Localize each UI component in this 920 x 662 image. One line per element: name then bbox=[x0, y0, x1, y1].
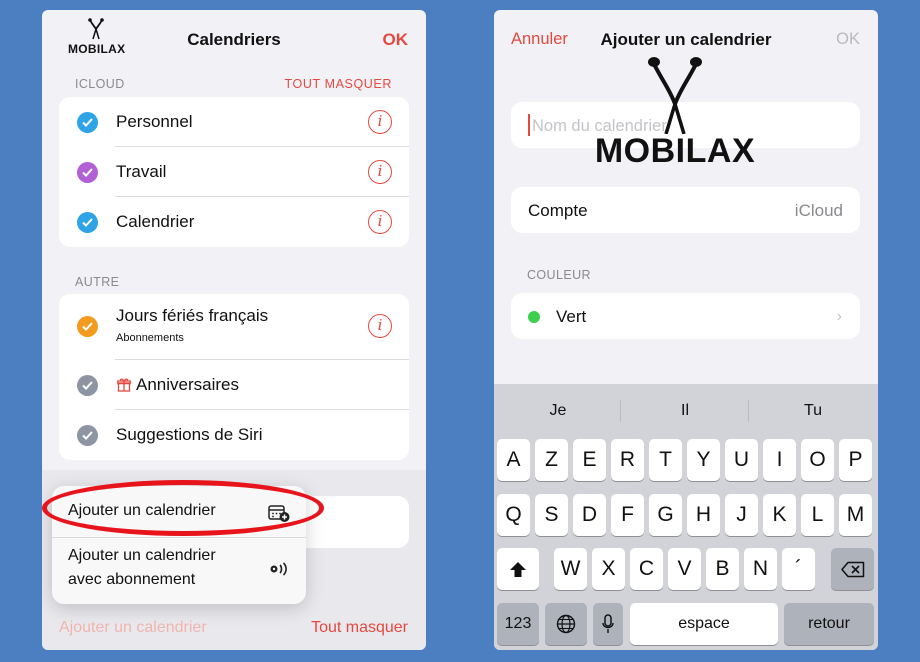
add-calendar-link[interactable]: Ajouter un calendrier bbox=[59, 619, 207, 637]
dictation-key[interactable] bbox=[593, 603, 623, 645]
calendar-label: Travail bbox=[116, 162, 167, 181]
calendar-row-personnel[interactable]: Personnel i bbox=[59, 97, 409, 147]
highlight-circle bbox=[42, 480, 324, 536]
info-icon[interactable]: i bbox=[368, 314, 392, 338]
suggestion-il[interactable]: Il bbox=[625, 402, 745, 420]
calendar-sublabel: Abonnements bbox=[116, 332, 184, 344]
color-dot-icon bbox=[528, 311, 540, 323]
broadcast-icon bbox=[270, 562, 287, 576]
section-label-icloud: ICLOUD bbox=[75, 77, 125, 91]
key-n[interactable]: N bbox=[744, 548, 777, 590]
info-icon[interactable]: i bbox=[368, 160, 392, 184]
calendar-label: Personnel bbox=[116, 112, 193, 131]
key-c[interactable]: C bbox=[630, 548, 663, 590]
account-value: iCloud bbox=[794, 201, 843, 220]
section-label-autre: AUTRE bbox=[75, 275, 120, 289]
shift-key[interactable] bbox=[497, 548, 539, 590]
backspace-key[interactable] bbox=[831, 548, 874, 590]
page-title: Ajouter un calendrier bbox=[600, 30, 772, 49]
divider bbox=[620, 400, 621, 422]
key-o[interactable]: O bbox=[801, 439, 834, 481]
key-k[interactable]: K bbox=[763, 494, 796, 536]
space-key[interactable]: espace bbox=[630, 603, 778, 645]
globe-icon bbox=[556, 614, 576, 634]
checkmark-icon[interactable] bbox=[77, 212, 98, 233]
key-j[interactable]: J bbox=[725, 494, 758, 536]
backspace-icon bbox=[840, 561, 864, 578]
key-s[interactable]: S bbox=[535, 494, 568, 536]
key-t[interactable]: T bbox=[649, 439, 682, 481]
checkmark-icon[interactable] bbox=[77, 162, 98, 183]
header: MOBILAX Calendriers OK bbox=[42, 10, 426, 70]
key-l[interactable]: L bbox=[801, 494, 834, 536]
checkmark-icon[interactable] bbox=[77, 425, 98, 446]
key-p[interactable]: P bbox=[839, 439, 872, 481]
info-icon[interactable]: i bbox=[368, 210, 392, 234]
calendars-screen: MOBILAX Calendriers OK ICLOUD TOUT MASQU… bbox=[42, 10, 426, 650]
key-a[interactable]: A bbox=[497, 439, 530, 481]
numbers-key[interactable]: 123 bbox=[497, 603, 539, 645]
add-calendar-screen: Annuler Ajouter un calendrier OK Nom du … bbox=[494, 10, 878, 650]
suggestion-je[interactable]: Je bbox=[498, 402, 618, 420]
key-z[interactable]: Z bbox=[535, 439, 568, 481]
other-list: Jours fériés français Abonnements i Anni… bbox=[59, 294, 409, 460]
key-m[interactable]: M bbox=[839, 494, 872, 536]
return-key[interactable]: retour bbox=[784, 603, 874, 645]
gift-icon bbox=[117, 378, 131, 392]
calendar-row-anniversaires[interactable]: Anniversaires bbox=[59, 360, 409, 410]
ok-button[interactable]: OK bbox=[383, 30, 409, 50]
calendar-label: Suggestions de Siri bbox=[116, 425, 263, 444]
key-e[interactable]: E bbox=[573, 439, 606, 481]
calendar-row-siri[interactable]: Suggestions de Siri bbox=[59, 410, 409, 460]
key-w[interactable]: W bbox=[554, 548, 587, 590]
mobilax-watermark-logo: MOBILAX bbox=[590, 54, 760, 182]
key-u[interactable]: U bbox=[725, 439, 758, 481]
chevron-right-icon: › bbox=[836, 308, 842, 325]
hide-all-button[interactable]: TOUT MASQUER bbox=[285, 77, 392, 91]
menu-item-add-subscription-line2[interactable]: avec abonnement bbox=[68, 568, 195, 592]
calendar-label: Jours fériés français bbox=[116, 306, 269, 325]
key-d[interactable]: D bbox=[573, 494, 606, 536]
logo-text: MOBILAX bbox=[594, 132, 756, 170]
hide-all-link[interactable]: Tout masquer bbox=[311, 619, 408, 637]
calendar-row-jours-feries[interactable]: Jours fériés français Abonnements i bbox=[59, 294, 409, 360]
page-title: Calendriers bbox=[187, 30, 281, 49]
globe-key[interactable] bbox=[545, 603, 587, 645]
checkmark-icon[interactable] bbox=[77, 112, 98, 133]
calendar-row-travail[interactable]: Travail i bbox=[59, 147, 409, 197]
icloud-list: Personnel i Travail i Calendrier i bbox=[59, 97, 409, 247]
key-b[interactable]: B bbox=[706, 548, 739, 590]
color-name: Vert bbox=[556, 307, 587, 326]
account-row[interactable]: Compte iCloud bbox=[511, 187, 860, 233]
divider bbox=[748, 400, 749, 422]
key-r[interactable]: R bbox=[611, 439, 644, 481]
calendar-row-calendrier[interactable]: Calendrier i bbox=[59, 197, 409, 247]
color-row[interactable]: Vert › bbox=[511, 293, 860, 339]
microphone-icon bbox=[602, 614, 614, 633]
key-accent[interactable]: ´ bbox=[782, 548, 815, 590]
account-label: Compte bbox=[528, 201, 588, 220]
key-y[interactable]: Y bbox=[687, 439, 720, 481]
divider bbox=[52, 537, 306, 538]
key-i[interactable]: I bbox=[763, 439, 796, 481]
shift-arrow-icon bbox=[510, 562, 526, 577]
key-h[interactable]: H bbox=[687, 494, 720, 536]
key-x[interactable]: X bbox=[592, 548, 625, 590]
section-label-color: COULEUR bbox=[527, 268, 591, 282]
calendar-label: Calendrier bbox=[116, 212, 195, 231]
key-g[interactable]: G bbox=[649, 494, 682, 536]
text-cursor bbox=[528, 114, 530, 136]
keyboard: Je Il Tu A Z E R T Y U I O P Q S D F G H… bbox=[494, 384, 878, 650]
suggestion-tu[interactable]: Tu bbox=[753, 402, 873, 420]
info-icon[interactable]: i bbox=[368, 110, 392, 134]
key-q[interactable]: Q bbox=[497, 494, 530, 536]
menu-item-add-subscription-line1[interactable]: Ajouter un calendrier bbox=[68, 544, 216, 568]
key-f[interactable]: F bbox=[611, 494, 644, 536]
earphones-logo-icon bbox=[648, 57, 702, 134]
checkmark-icon[interactable] bbox=[77, 375, 98, 396]
ok-button[interactable]: OK bbox=[836, 30, 860, 49]
key-v[interactable]: V bbox=[668, 548, 701, 590]
calendar-label: Anniversaires bbox=[136, 375, 239, 394]
checkmark-icon[interactable] bbox=[77, 316, 98, 337]
